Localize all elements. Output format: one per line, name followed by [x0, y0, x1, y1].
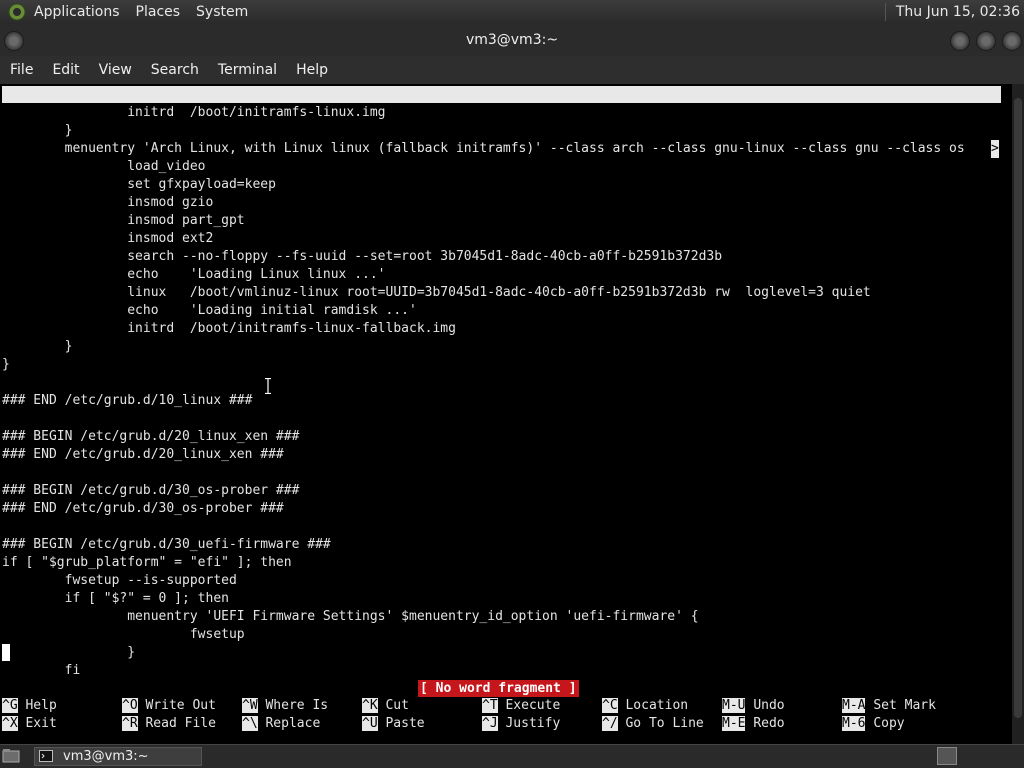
- editor-line[interactable]: ### BEGIN /etc/grub.d/30_os-prober ###: [2, 482, 299, 500]
- menu-view[interactable]: View: [99, 62, 132, 78]
- editor-line[interactable]: set gfxpayload=keep: [2, 176, 276, 194]
- panel-menu-places[interactable]: Places: [136, 4, 181, 20]
- editor-line[interactable]: ### END /etc/grub.d/30_os-prober ###: [2, 500, 284, 518]
- show-desktop-icon[interactable]: [2, 748, 20, 764]
- line-truncation-marker: >: [991, 140, 999, 158]
- editor-line[interactable]: insmod ext2: [2, 230, 213, 248]
- top-panel: Applications Places System Thu Jun 15, 0…: [0, 0, 1024, 24]
- panel-clock[interactable]: Thu Jun 15, 02:36: [896, 4, 1020, 20]
- terminal-menubar: File Edit View Search Terminal Help: [0, 56, 1024, 84]
- editor-line[interactable]: initrd /boot/initramfs-linux-fallback.im…: [2, 320, 456, 338]
- editor-line[interactable]: load_video: [2, 158, 205, 176]
- editor-line[interactable]: menuentry 'UEFI Firmware Settings' $menu…: [2, 608, 698, 626]
- panel-separator: [884, 3, 886, 21]
- terminal-icon: [39, 750, 53, 762]
- close-icon[interactable]: [1002, 31, 1022, 51]
- editor-line[interactable]: ### BEGIN /etc/grub.d/20_linux_xen ###: [2, 428, 299, 446]
- taskbar: vm3@vm3:~: [0, 744, 1024, 768]
- shortcut-read-file[interactable]: ^R Read File: [122, 715, 216, 733]
- distro-logo-icon[interactable]: [8, 3, 26, 21]
- shortcut-execute[interactable]: ^T Execute: [482, 697, 560, 715]
- editor-line[interactable]: }: [2, 644, 135, 662]
- shortcut-undo[interactable]: M-U Undo: [722, 697, 785, 715]
- editor-line[interactable]: menuentry 'Arch Linux, with Linux linux …: [2, 140, 988, 158]
- tray-terminal-icon[interactable]: [937, 747, 957, 765]
- shortcut-justify[interactable]: ^J Justify: [482, 715, 560, 733]
- shortcut-copy[interactable]: M-6 Copy: [842, 715, 905, 733]
- shortcut-go-to-line[interactable]: ^/ Go To Line: [602, 715, 704, 733]
- panel-menu-system[interactable]: System: [196, 4, 248, 20]
- editor-line[interactable]: if [ "$?" = 0 ]; then: [2, 590, 229, 608]
- editor-line[interactable]: fwsetup: [2, 626, 245, 644]
- shortcut-replace[interactable]: ^\ Replace: [242, 715, 320, 733]
- menu-edit[interactable]: Edit: [52, 62, 79, 78]
- editor-line[interactable]: if [ "$grub_platform" = "efi" ]; then: [2, 554, 292, 572]
- window-titlebar[interactable]: vm3@vm3:~: [0, 24, 1024, 56]
- editor-line[interactable]: search --no-floppy --fs-uuid --set=root …: [2, 248, 722, 266]
- shortcut-cut[interactable]: ^K Cut: [362, 697, 409, 715]
- editor-line[interactable]: initrd /boot/initramfs-linux.img: [2, 104, 385, 122]
- scrollbar-thumb[interactable]: [1014, 98, 1022, 718]
- editor-line[interactable]: echo 'Loading Linux linux ...': [2, 266, 385, 284]
- shortcut-help[interactable]: ^G Help: [2, 697, 57, 715]
- editor-line[interactable]: insmod gzio: [2, 194, 213, 212]
- shortcut-where-is[interactable]: ^W Where Is: [242, 697, 328, 715]
- menu-file[interactable]: File: [10, 62, 33, 78]
- taskbar-task-terminal[interactable]: vm3@vm3:~: [34, 747, 202, 766]
- minimize-icon[interactable]: [950, 31, 970, 51]
- terminal-area[interactable]: GNU nano 7.2 /boot/grub/grub.cfg initrd …: [0, 84, 1012, 744]
- editor-line[interactable]: fi: [2, 662, 81, 680]
- editor-line[interactable]: fwsetup --is-supported: [2, 572, 237, 590]
- shortcut-set-mark[interactable]: M-A Set Mark: [842, 697, 936, 715]
- editor-line[interactable]: insmod part_gpt: [2, 212, 244, 230]
- editor-line[interactable]: }: [2, 356, 10, 374]
- shortcut-paste[interactable]: ^U Paste: [362, 715, 425, 733]
- text-cursor: [2, 644, 10, 661]
- shortcut-redo[interactable]: M-E Redo: [722, 715, 785, 733]
- editor-line[interactable]: ### BEGIN /etc/grub.d/30_uefi-firmware #…: [2, 536, 331, 554]
- menu-help[interactable]: Help: [296, 62, 328, 78]
- panel-menu-applications[interactable]: Applications: [34, 4, 120, 20]
- shortcut-write-out[interactable]: ^O Write Out: [122, 697, 216, 715]
- terminal-scrollbar[interactable]: [1012, 84, 1024, 744]
- editor-line[interactable]: ### END /etc/grub.d/10_linux ###: [2, 392, 252, 410]
- editor-line[interactable]: }: [2, 338, 73, 356]
- editor-line[interactable]: }: [2, 122, 73, 140]
- editor-line[interactable]: ### END /etc/grub.d/20_linux_xen ###: [2, 446, 284, 464]
- shortcut-location[interactable]: ^C Location: [602, 697, 688, 715]
- taskbar-task-label: vm3@vm3:~: [63, 749, 149, 764]
- editor-line[interactable]: echo 'Loading initial ramdisk ...': [2, 302, 417, 320]
- menu-terminal[interactable]: Terminal: [218, 62, 277, 78]
- window-title: vm3@vm3:~: [465, 32, 559, 48]
- editor-line[interactable]: linux /boot/vmlinuz-linux root=UUID=3b70…: [2, 284, 871, 302]
- nano-status-message: [ No word fragment ]: [418, 680, 579, 697]
- nano-titlebar: GNU nano 7.2 /boot/grub/grub.cfg: [2, 86, 1001, 136]
- menu-search[interactable]: Search: [151, 62, 199, 78]
- maximize-icon[interactable]: [976, 31, 996, 51]
- nano-filename: /boot/grub/grub.cfg: [444, 121, 593, 136]
- ibeam-cursor-icon: [265, 378, 271, 394]
- shortcut-exit[interactable]: ^X Exit: [2, 715, 57, 733]
